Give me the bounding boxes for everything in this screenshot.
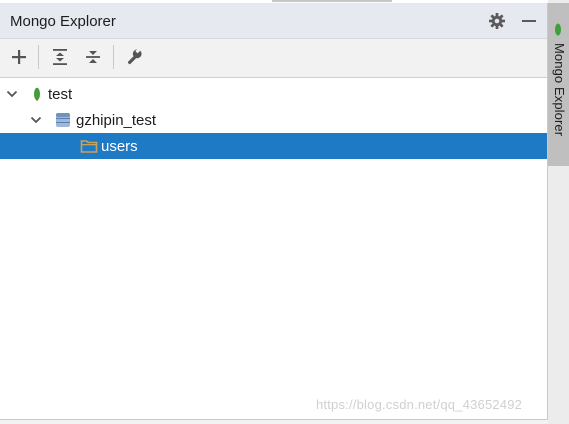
mongo-tree: test gzhipin_test users [0, 78, 547, 418]
toolbar-separator [38, 45, 39, 69]
toolbar [0, 39, 547, 78]
mongo-leaf-icon [28, 85, 46, 103]
panel-title: Mongo Explorer [10, 13, 116, 30]
chevron-down-icon[interactable] [5, 87, 19, 101]
panel-header: Mongo Explorer [0, 3, 547, 39]
watermark: https://blog.csdn.net/qq_43652492 [316, 397, 523, 412]
tree-item-label: gzhipin_test [76, 112, 157, 129]
tree-item-label: test [48, 86, 73, 103]
tree-item-gzhipin-test[interactable]: gzhipin_test [0, 107, 547, 133]
tree-item-test[interactable]: test [0, 81, 547, 107]
collapse-all-icon[interactable] [82, 46, 104, 68]
tree-item-users[interactable]: users [0, 133, 547, 159]
wrench-icon[interactable] [123, 46, 145, 68]
mongo-leaf-icon [553, 23, 563, 37]
minimize-icon[interactable] [520, 12, 538, 30]
expand-all-icon[interactable] [49, 46, 71, 68]
database-icon [54, 111, 72, 129]
side-tab-mongo-explorer[interactable]: Mongo Explorer [548, 3, 569, 166]
chevron-down-icon[interactable] [29, 113, 43, 127]
mongo-explorer-window: Mongo Explorer test gzhipin_test users M… [0, 0, 569, 424]
toolbar-separator [113, 45, 114, 69]
editor-tab-hint [272, 0, 392, 2]
tree-item-label: users [101, 138, 138, 155]
side-tab-label: Mongo Explorer [552, 43, 567, 137]
gear-icon[interactable] [488, 12, 506, 30]
folder-icon [80, 137, 98, 155]
add-icon[interactable] [8, 46, 30, 68]
